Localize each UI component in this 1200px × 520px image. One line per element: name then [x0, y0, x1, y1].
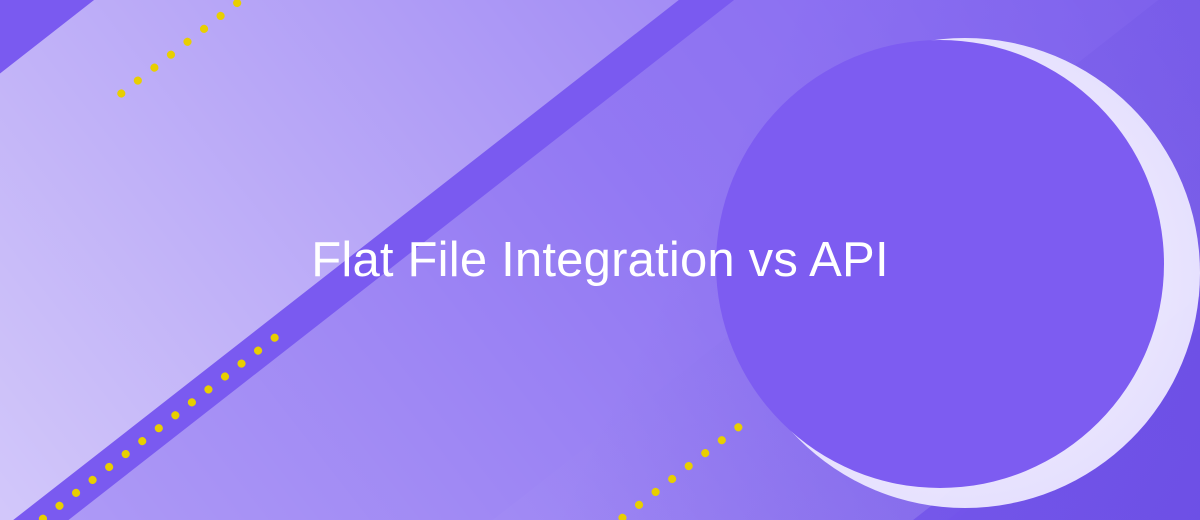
hero-banner: Flat File Integration vs API — [0, 0, 1200, 520]
hero-title: Flat File Integration vs API — [0, 0, 1200, 520]
